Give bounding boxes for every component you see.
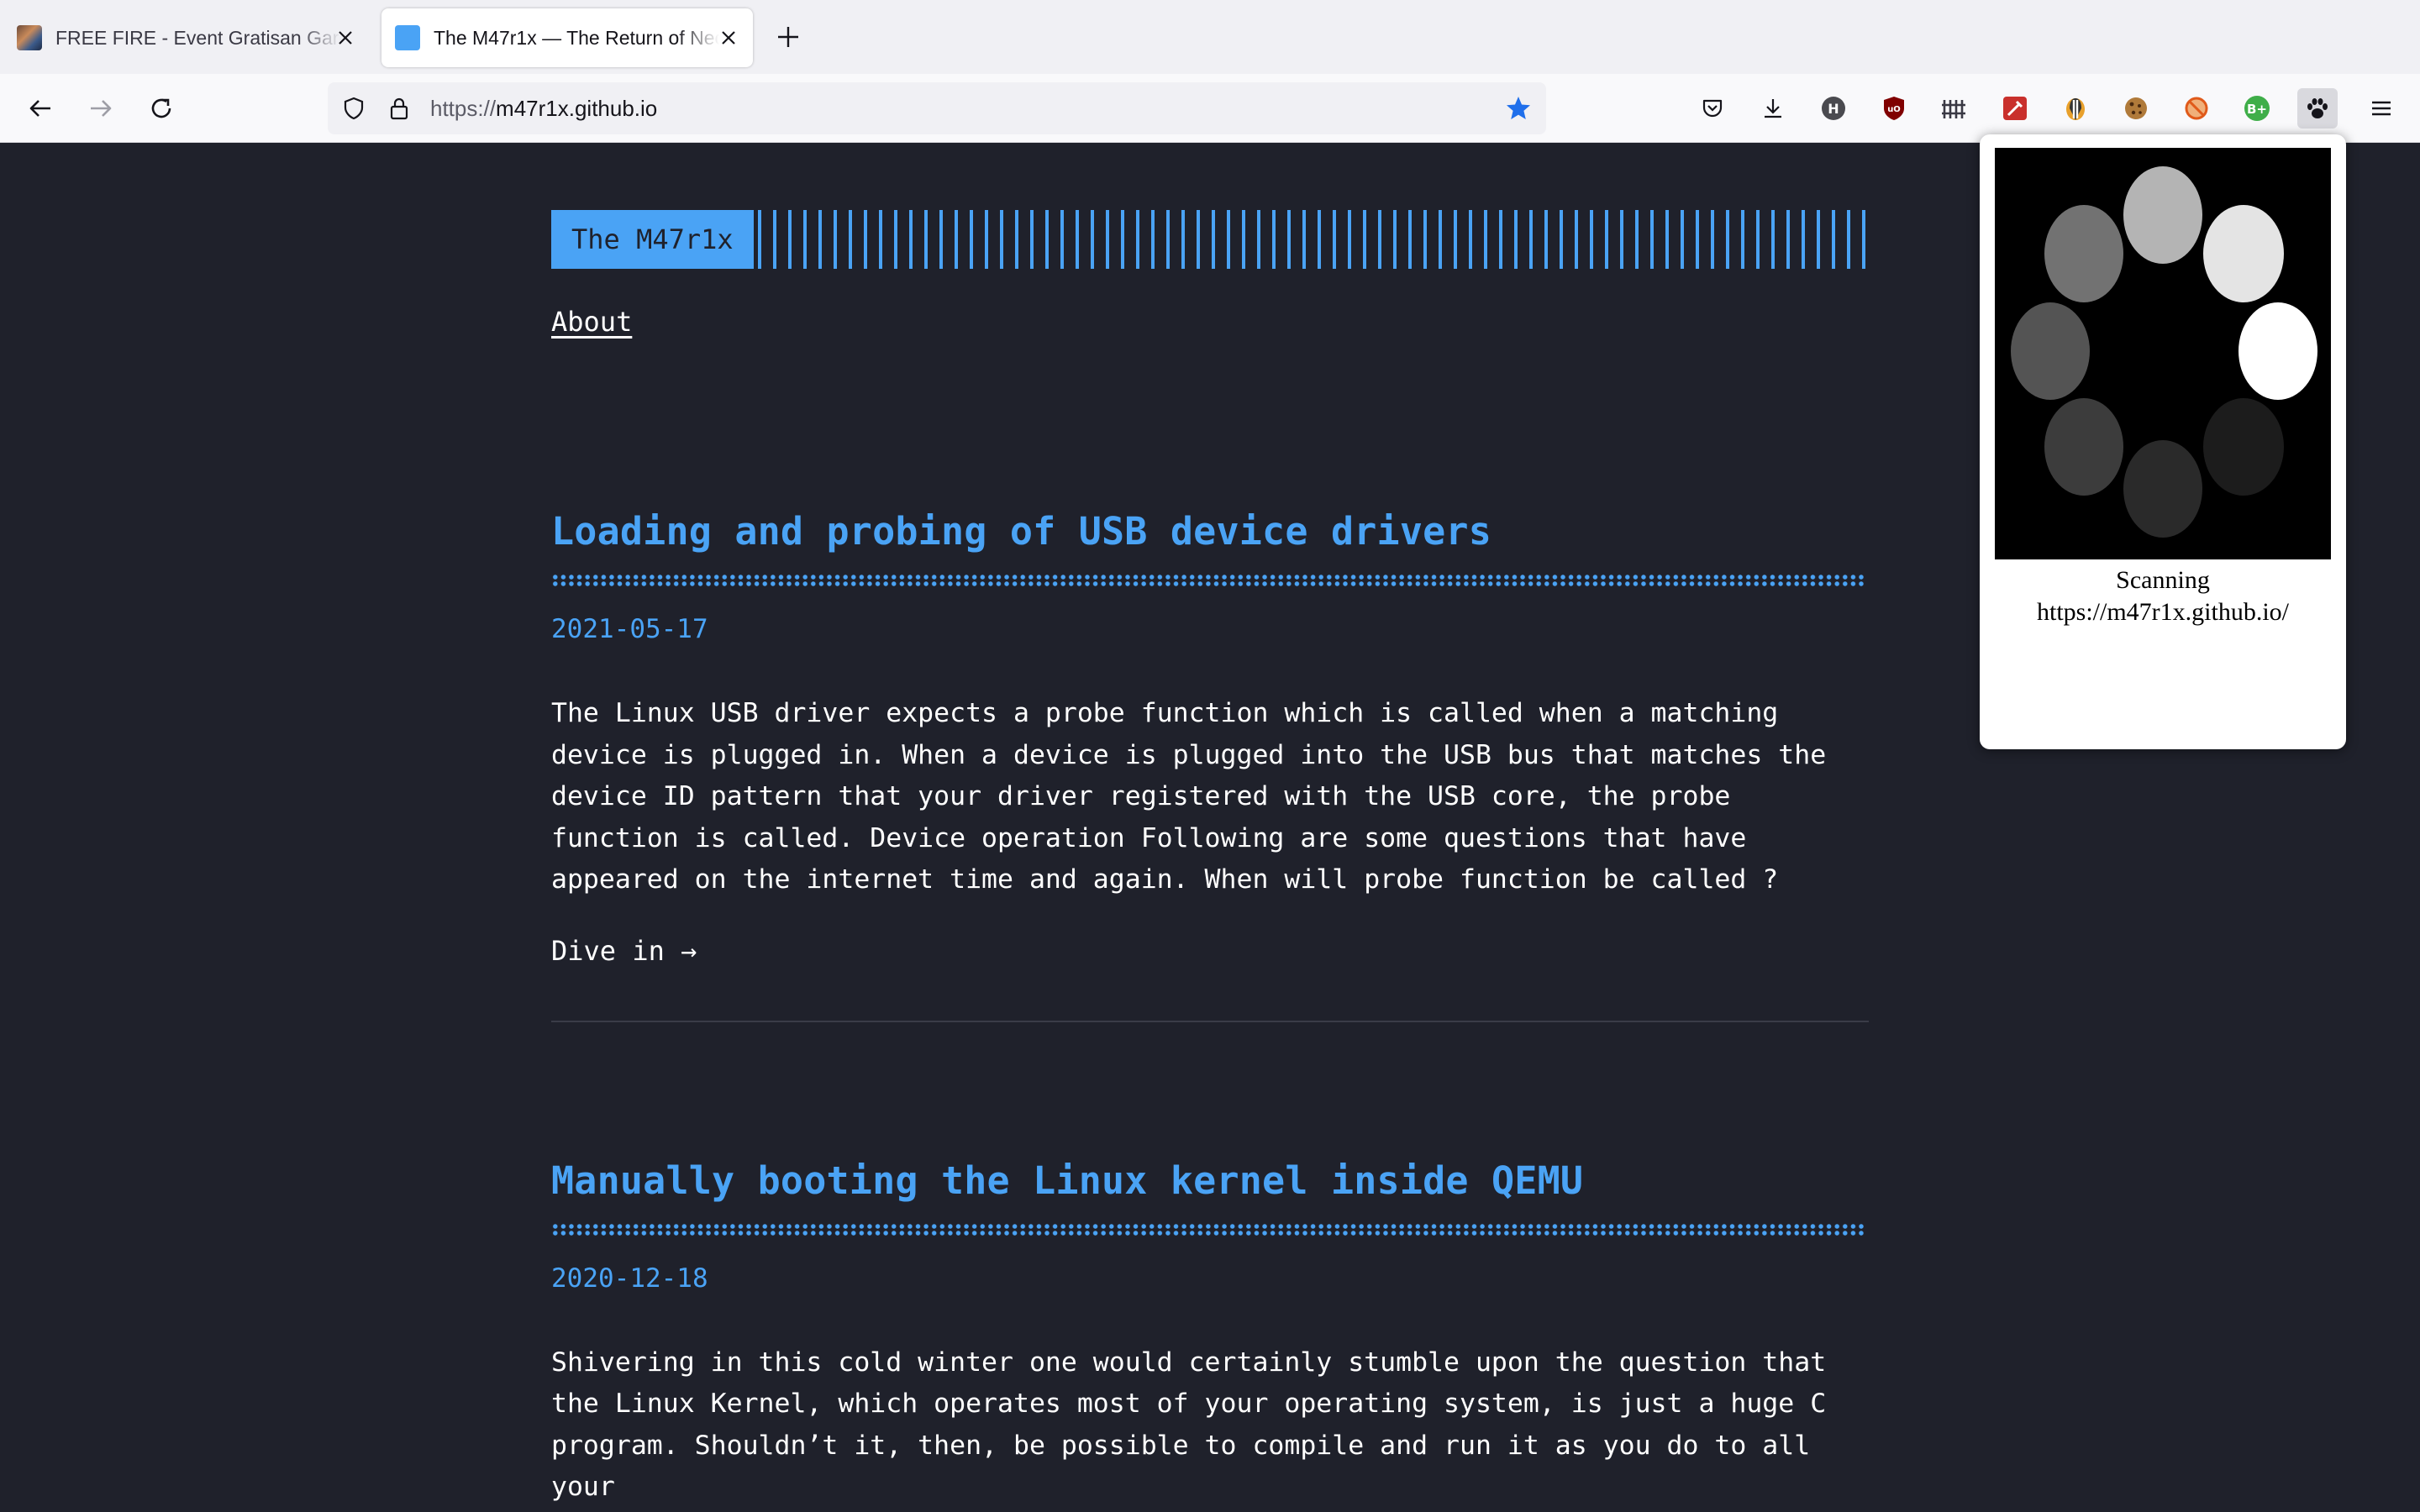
svg-text:H: H — [1828, 101, 1839, 117]
app-menu-button[interactable] — [2361, 88, 2402, 129]
tab-strip: FREE FIRE - Event Gratisan Garena The M4… — [0, 0, 2420, 74]
post-date: 2021-05-17 — [551, 614, 708, 644]
close-tab-icon[interactable] — [333, 25, 358, 50]
post-title-dotted-rule — [551, 1222, 1865, 1236]
read-more-link[interactable]: Dive in → — [551, 935, 697, 967]
blocked-extension-icon — [2185, 97, 2208, 120]
bookmarklet-button[interactable] — [1995, 88, 2035, 129]
post-separator — [551, 1020, 1869, 1022]
bookmark-star-icon[interactable] — [1504, 94, 1533, 123]
new-tab-button[interactable] — [771, 20, 805, 54]
site-logo[interactable]: The M47r1x — [551, 210, 754, 269]
popup-status-url: https://m47r1x.github.io/ — [2036, 598, 2289, 626]
post-title-link[interactable]: Manually booting the Linux kernel inside… — [551, 1158, 1583, 1203]
url-text[interactable]: https://m47r1x.github.io — [430, 96, 657, 122]
svg-text:uO: uO — [1887, 105, 1901, 114]
download-icon — [1765, 99, 1781, 118]
popup-status: Scanning https://m47r1x.github.io/ — [1980, 564, 2346, 628]
post-title-dotted-rule — [551, 574, 1865, 587]
downloads-button[interactable] — [1753, 88, 1793, 129]
back-button[interactable] — [20, 88, 60, 129]
post-card: Loading and probing of USB device driver… — [551, 509, 1869, 1022]
post-title-link[interactable]: Loading and probing of USB device driver… — [551, 509, 1491, 554]
bookmarklet-icon — [2003, 97, 2027, 120]
tab-m47r1x[interactable]: The M47r1x — The Return of Neo — [381, 8, 753, 67]
spinner-icon — [2011, 166, 2317, 538]
reload-button[interactable] — [141, 88, 182, 129]
url-bar[interactable]: https://m47r1x.github.io — [328, 82, 1546, 134]
fence-extension-icon — [1942, 100, 1965, 118]
post-date: 2020-12-18 — [551, 1263, 708, 1294]
blog-content: The M47r1x About Loading and probing of … — [551, 210, 1869, 1509]
url-host: m47r1x.github.io — [496, 96, 658, 121]
nav-about-link[interactable]: About — [551, 306, 632, 338]
h-extension-button[interactable]: H — [1813, 88, 1854, 129]
url-scheme: https:// — [430, 96, 497, 121]
tracking-protection-shield-icon[interactable] — [341, 96, 366, 121]
back-arrow-icon — [29, 100, 50, 117]
blocked-extension-button[interactable] — [2176, 88, 2217, 129]
header-stripes — [758, 210, 1869, 269]
lock-icon[interactable] — [387, 96, 412, 121]
b-plus-icon: B+ — [2244, 96, 2270, 121]
post-excerpt: Shivering in this cold winter one would … — [551, 1347, 1827, 1503]
navigation-toolbar: https://m47r1x.github.io H uO B+ — [0, 74, 2420, 143]
post-excerpt: The Linux USB driver expects a probe fun… — [551, 698, 1827, 895]
game-favicon-icon — [17, 25, 42, 50]
site-header: The M47r1x — [551, 210, 1869, 269]
extension-popup: Scanning https://m47r1x.github.io/ — [1980, 134, 2346, 749]
b-plus-extension-button[interactable]: B+ — [2237, 88, 2277, 129]
reload-icon — [151, 98, 171, 118]
close-tab-icon[interactable] — [716, 25, 741, 50]
hamburger-menu-icon — [2372, 101, 2391, 116]
cookie-extension-button[interactable] — [2116, 88, 2156, 129]
tab-free-fire[interactable]: FREE FIRE - Event Gratisan Garena — [3, 8, 370, 67]
loading-spinner — [1995, 148, 2331, 559]
cookie-icon — [2125, 97, 2147, 119]
pocket-icon — [1702, 99, 1723, 118]
post-card: Manually booting the Linux kernel inside… — [551, 1158, 1869, 1509]
site-favicon-icon — [395, 25, 420, 50]
svg-text:B+: B+ — [2247, 102, 2267, 117]
ublock-origin-button[interactable]: uO — [1874, 88, 1914, 129]
tab-title: FREE FIRE - Event Gratisan Garena — [55, 26, 341, 49]
privacy-badger-button[interactable] — [2055, 88, 2096, 129]
privacy-badger-icon — [2066, 98, 2085, 120]
h-extension-icon: H — [1822, 97, 1845, 120]
pocket-button[interactable] — [1692, 88, 1733, 129]
paw-icon — [2307, 98, 2328, 118]
tab-title: The M47r1x — The Return of Neo — [434, 26, 719, 49]
popup-status-label: Scanning — [2116, 566, 2210, 594]
forward-button[interactable] — [81, 88, 121, 129]
fence-extension-button[interactable] — [1934, 88, 1975, 129]
paw-extension-button[interactable] — [2297, 88, 2338, 129]
forward-arrow-icon — [91, 100, 112, 117]
ublock-origin-icon: uO — [1884, 97, 1904, 120]
